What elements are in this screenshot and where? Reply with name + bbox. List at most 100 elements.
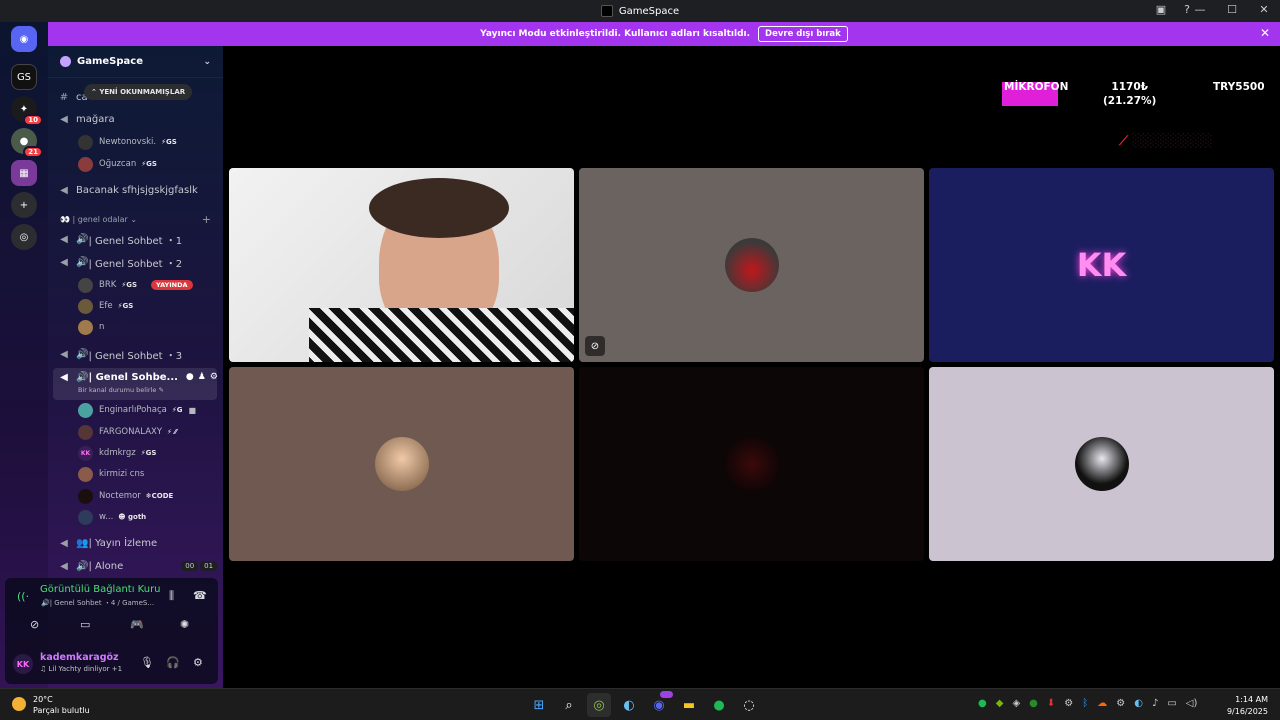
category-genel-odalar[interactable]: 👀 | genel odalar ⌄ bbox=[60, 215, 137, 224]
unread-pill[interactable]: ⌃ YENİ OKUNMAMIŞLAR bbox=[84, 84, 193, 100]
avatar bbox=[78, 509, 93, 525]
camera-off-icon[interactable]: ⊘ bbox=[30, 618, 39, 631]
discord-home-icon[interactable]: ◉ bbox=[11, 26, 37, 52]
server-gamespace-icon[interactable]: GS bbox=[11, 64, 37, 90]
minimize-button[interactable]: — bbox=[1192, 3, 1208, 16]
gamespace-app-icon bbox=[600, 5, 613, 17]
video-tile-user[interactable] bbox=[929, 367, 1274, 561]
voice-user[interactable]: BRK ⚡GS YAYINDA bbox=[78, 276, 193, 294]
settings-gear-icon[interactable]: ⚙ bbox=[193, 656, 203, 669]
discord-icon[interactable]: ◉ 9+ bbox=[647, 691, 673, 717]
tray-icon[interactable]: ⚙ bbox=[1116, 698, 1125, 709]
help-icon[interactable]: ? bbox=[1184, 3, 1190, 16]
video-tile-camera[interactable] bbox=[229, 168, 574, 362]
video-tile-user[interactable] bbox=[229, 367, 574, 561]
voice-user[interactable]: Efe ⚡GS bbox=[78, 297, 133, 315]
bluetooth-icon[interactable]: ᛒ bbox=[1082, 698, 1088, 709]
voice-user[interactable]: FARGONALAXY ⚡ ⁄⁄ bbox=[78, 423, 177, 441]
banner-close-icon[interactable]: ✕ bbox=[1260, 26, 1270, 40]
channel-alone[interactable]: ◀ 🔊 | Alone 00 01 bbox=[58, 557, 218, 575]
voice-user[interactable]: Noctemor ❄CODE bbox=[78, 487, 173, 505]
soundboard-icon[interactable]: ✺ bbox=[180, 618, 189, 631]
clan-tag: ⚡ ⁄⁄ bbox=[167, 428, 177, 436]
avatar bbox=[725, 437, 779, 491]
noise-suppression-icon[interactable]: ⫼ bbox=[169, 589, 174, 603]
steam-tray-icon[interactable]: ◐ bbox=[1134, 698, 1143, 709]
search-icon[interactable]: ⌕ bbox=[557, 693, 581, 717]
tray-icon[interactable]: ⬇ bbox=[1047, 698, 1055, 709]
network-icon[interactable]: ▭ bbox=[1167, 698, 1176, 709]
gamespace-taskbar-icon[interactable]: ◎ bbox=[587, 693, 611, 717]
channel-genel-sohbet-3[interactable]: ◀ 🔊 | Genel Sohbet ・3 bbox=[58, 345, 182, 363]
windows-start-icon[interactable]: ⊞ bbox=[527, 693, 551, 717]
voice-user[interactable]: KK kdmkrgz ⚡GS bbox=[78, 444, 156, 462]
speaker-icon: ◀ bbox=[60, 348, 68, 360]
channel-yayin-izleme[interactable]: ◀ 👥 | Yayın İzleme bbox=[58, 534, 157, 552]
speaker-icon: ◀ bbox=[60, 256, 68, 268]
server-icon-4[interactable]: ▦ bbox=[11, 160, 37, 186]
video-tile-kk[interactable]: KK bbox=[929, 168, 1274, 362]
weather-widget[interactable]: 20°C Parçalı bulutlu bbox=[12, 694, 90, 716]
speaker-icon: ◀ bbox=[60, 560, 68, 572]
tray-icon[interactable]: ⚙ bbox=[1064, 698, 1073, 709]
activities-icon[interactable]: 🎮 bbox=[130, 618, 144, 631]
steam-icon[interactable]: ◐ bbox=[617, 693, 641, 717]
channel-genel-sohbet-4[interactable]: ◀ 🔊 | Genel Sohbe... ● ♟ ⚙ bbox=[58, 368, 218, 386]
maximize-button[interactable]: ☐ bbox=[1224, 3, 1240, 16]
voice-status[interactable]: Görüntülü Bağlantı Kuruldu bbox=[40, 584, 160, 595]
user-limit-badge: 01 bbox=[200, 561, 218, 571]
channel-status-hint[interactable]: Bir kanal durumu belirle ✎ bbox=[78, 386, 164, 394]
screen-share-icon[interactable]: ▭ bbox=[80, 618, 90, 631]
user-avatar[interactable]: KK bbox=[13, 654, 33, 674]
headphones-icon[interactable]: 🎧 bbox=[166, 656, 180, 669]
connection-signal-icon[interactable]: ((· bbox=[17, 590, 29, 603]
server-icon-2[interactable]: ✦ 10 bbox=[11, 96, 43, 126]
guild-header[interactable]: GameSpace ⌄ bbox=[48, 46, 223, 78]
channel-genel-sohbet-2[interactable]: ◀ 🔊 | Genel Sohbet ・2 bbox=[58, 253, 182, 271]
tray-icon[interactable]: ☁ bbox=[1097, 698, 1107, 709]
guild-name: GameSpace bbox=[77, 56, 143, 67]
disconnect-icon[interactable]: ☎ bbox=[193, 589, 207, 602]
channel-magara[interactable]: ◀ mağara bbox=[58, 110, 114, 128]
avatar bbox=[725, 238, 779, 292]
webcam-shirt bbox=[309, 308, 574, 362]
microphone-icon[interactable]: 🎙 bbox=[140, 656, 154, 669]
gear-icon[interactable]: ⚙ bbox=[210, 372, 218, 382]
volume-icon[interactable]: ◁) bbox=[1186, 698, 1198, 709]
add-channel-icon[interactable]: + bbox=[202, 213, 211, 226]
system-tray: ● ◆ ◈ ● ⬇ ⚙ ᛒ ☁ ⚙ ◐ ♪ ▭ ◁) bbox=[978, 698, 1197, 709]
chat-icon[interactable]: ● bbox=[186, 372, 194, 382]
server-icon-3[interactable]: ● 21 bbox=[11, 128, 43, 158]
invite-icon[interactable]: ♟ bbox=[198, 372, 206, 382]
voice-user[interactable]: kirmizi cns bbox=[78, 465, 144, 483]
mic-tray-icon[interactable]: ♪ bbox=[1152, 698, 1158, 709]
tray-icon[interactable]: ● bbox=[1029, 698, 1038, 709]
taskbar-clock[interactable]: 1:14 AM 9/16/2025 bbox=[1227, 694, 1268, 718]
file-explorer-icon[interactable]: ▬ bbox=[677, 693, 701, 717]
add-server-icon[interactable]: + bbox=[11, 192, 37, 218]
close-button[interactable]: ✕ bbox=[1256, 3, 1272, 16]
tray-icon[interactable]: ◈ bbox=[1012, 698, 1020, 709]
app-icon[interactable]: ◌ bbox=[737, 693, 761, 717]
chevron-down-icon[interactable]: ⌄ bbox=[203, 57, 211, 67]
avatar bbox=[78, 134, 93, 150]
voice-user[interactable]: n bbox=[78, 318, 104, 336]
inbox-icon[interactable]: ▣ bbox=[1156, 3, 1166, 16]
discover-icon[interactable]: ◎ bbox=[11, 224, 37, 250]
voice-user[interactable]: Newtonovski. ⚡GS bbox=[78, 133, 177, 151]
voice-user[interactable]: EnginarlıPohaça ⚡G ■ bbox=[78, 401, 196, 419]
nvidia-tray-icon[interactable]: ◆ bbox=[996, 698, 1004, 709]
clan-tag: ❄CODE bbox=[145, 492, 174, 500]
voice-channel-link[interactable]: 🔊| Genel Sohbet ・4 / GameS... bbox=[41, 598, 154, 608]
video-tile-user[interactable]: ⊘ bbox=[579, 168, 924, 362]
channel-genel-sohbet-1[interactable]: ◀ 🔊 | Genel Sohbet ・1 bbox=[58, 230, 182, 248]
voice-user[interactable]: w... ☻ goth bbox=[78, 508, 146, 526]
clan-tag: ⚡G bbox=[171, 406, 183, 414]
spotify-tray-icon[interactable]: ● bbox=[978, 698, 987, 709]
disable-streamer-mode-button[interactable]: Devre dışı bırak bbox=[758, 26, 848, 42]
video-tile-user[interactable] bbox=[579, 367, 924, 561]
voice-user[interactable]: Oğuzcan ⚡GS bbox=[78, 155, 157, 173]
channel-bacanak[interactable]: ◀ Bacanak sfhjsjgskjgfaslk bbox=[58, 181, 198, 199]
spotify-icon[interactable]: ● bbox=[707, 693, 731, 717]
username[interactable]: kademkaragöz bbox=[40, 652, 119, 663]
